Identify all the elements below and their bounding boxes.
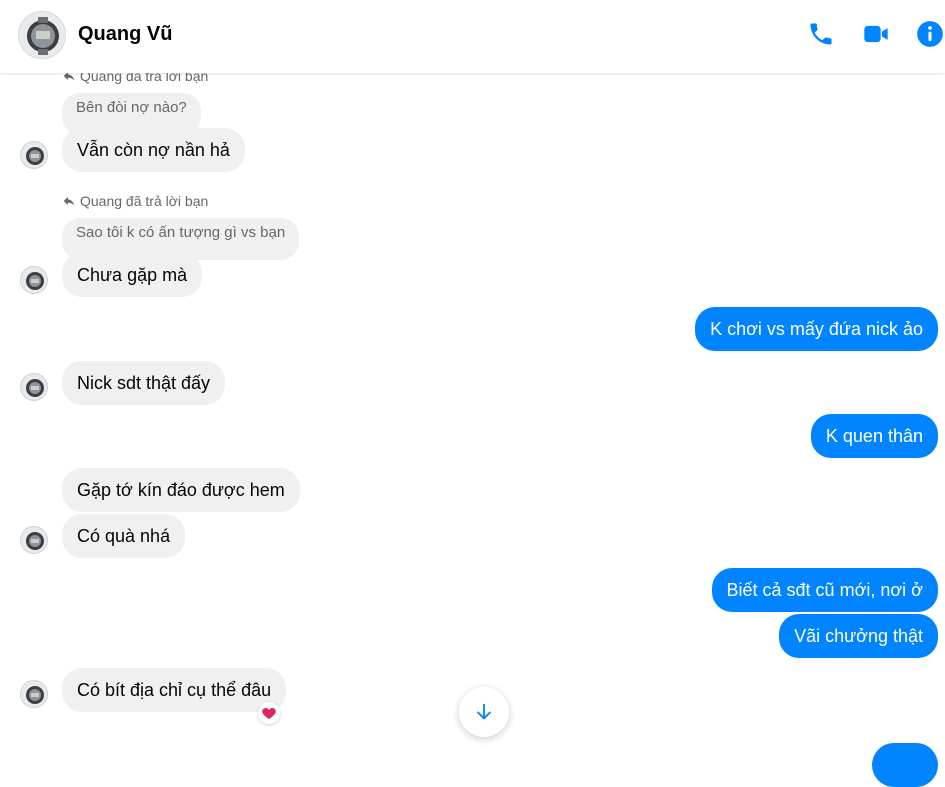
sender-avatar[interactable]: [20, 526, 48, 554]
incoming-message[interactable]: Gặp tớ kín đáo được hem: [62, 468, 300, 512]
outgoing-message[interactable]: Vãi chưởng thật: [779, 614, 938, 658]
reply-note-text: Quang đã trả lời bạn: [80, 73, 209, 84]
scroll-to-bottom-button[interactable]: [459, 687, 509, 737]
sender-avatar[interactable]: [20, 680, 48, 708]
contact-avatar[interactable]: [18, 11, 66, 59]
sender-avatar[interactable]: [20, 373, 48, 401]
contact-name[interactable]: Quang Vũ: [78, 23, 172, 46]
outgoing-message-partial[interactable]: [872, 743, 938, 787]
heart-icon: [262, 708, 276, 719]
reply-note: Quang đã trả lời bạn: [62, 73, 208, 84]
chat-header: Quang Vũ: [0, 0, 945, 73]
incoming-message[interactable]: Có bít địa chỉ cụ thể đâu: [62, 668, 287, 712]
sender-avatar[interactable]: [20, 266, 48, 294]
reply-icon: [63, 196, 75, 206]
outgoing-message[interactable]: Biết cả sđt cũ mới, nơi ở: [711, 568, 938, 612]
outgoing-message[interactable]: K chơi vs mấy đứa nick ảo: [695, 307, 938, 351]
incoming-message[interactable]: Có quà nhá: [62, 514, 186, 558]
phone-icon[interactable]: [807, 20, 835, 48]
reply-note: Quang đã trả lời bạn: [62, 193, 208, 209]
incoming-message[interactable]: Nick sdt thật đấy: [62, 361, 226, 405]
video-camera-icon[interactable]: [862, 20, 890, 48]
incoming-message[interactable]: Chưa gặp mà: [62, 253, 203, 297]
info-icon[interactable]: [916, 20, 944, 48]
reaction-badge[interactable]: [258, 702, 280, 724]
arrow-down-icon: [477, 703, 491, 720]
reply-note-text: Quang đã trả lời bạn: [80, 193, 209, 209]
sender-avatar[interactable]: [20, 141, 48, 169]
reply-icon: [63, 73, 75, 81]
incoming-message[interactable]: Vẫn còn nợ nần hả: [62, 128, 245, 172]
message-list[interactable]: Quang đã trả lời bạn Bên đòi nợ nào? Vẫn…: [0, 73, 945, 767]
outgoing-message[interactable]: K quen thân: [810, 414, 938, 458]
